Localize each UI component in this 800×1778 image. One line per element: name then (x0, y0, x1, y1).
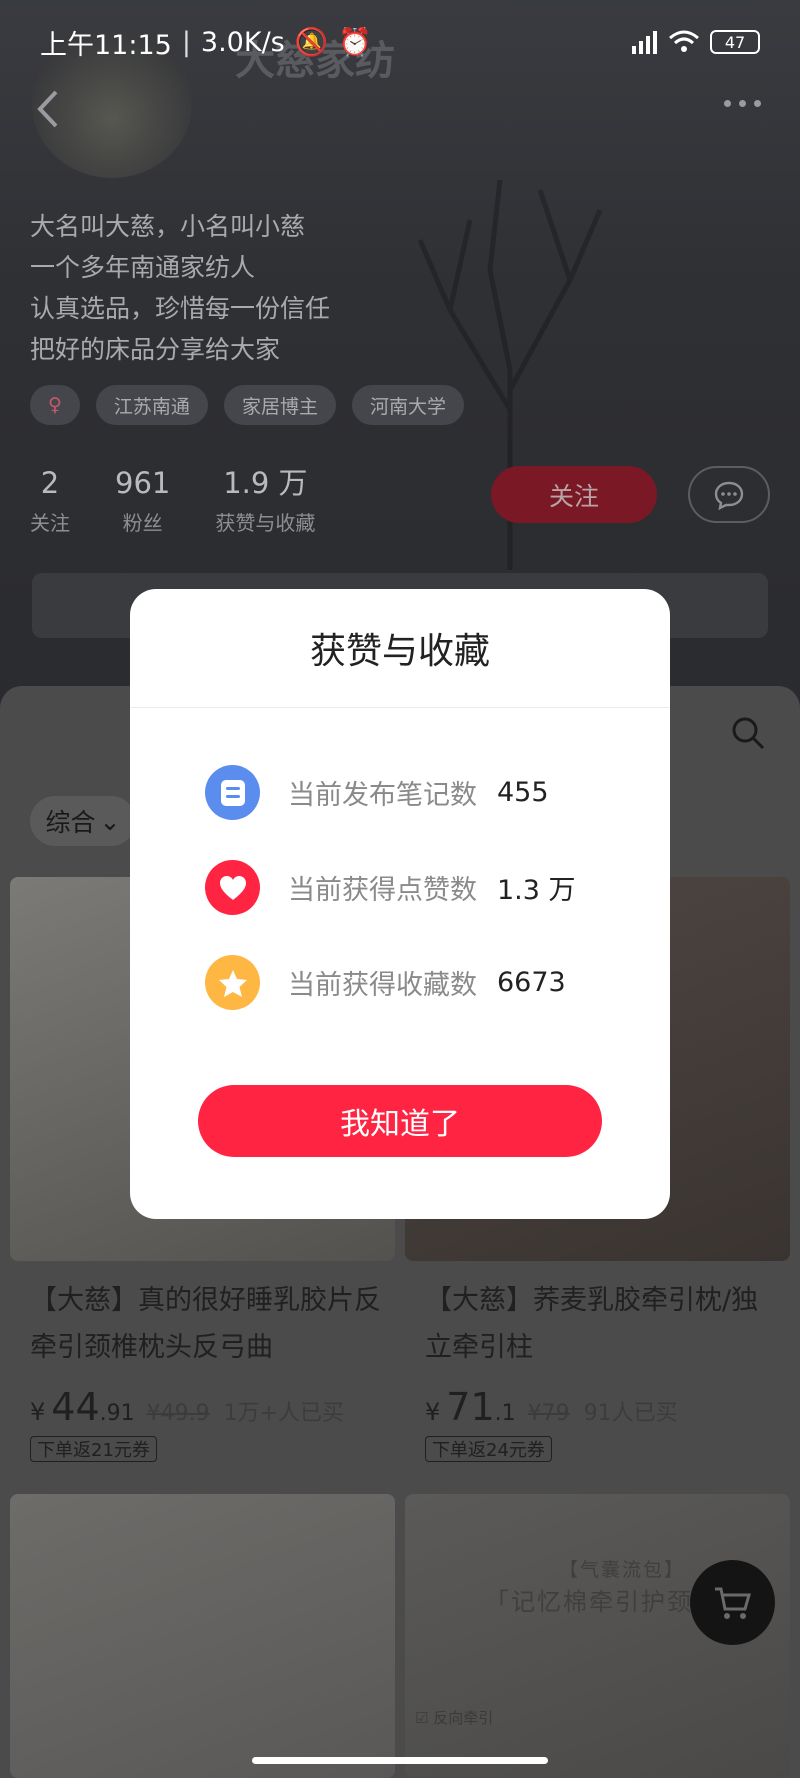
note-icon (205, 765, 260, 820)
profile-stats: 2 关注 961 粉丝 1.9 万获赞与收藏 (30, 465, 315, 536)
wifi-icon (669, 30, 699, 52)
search-icon[interactable] (730, 715, 766, 751)
image-text: ☑ 反向牵引 (415, 1709, 494, 1727)
stat-likes-collects[interactable]: 1.9 万获赞与收藏 (215, 465, 315, 536)
back-icon[interactable] (28, 84, 68, 134)
alarm-icon: ⏰ (338, 27, 372, 58)
chat-button[interactable] (688, 466, 770, 523)
dialog-row-collects: 当前获得收藏数 6673 (205, 955, 566, 1010)
cart-button[interactable] (690, 1560, 775, 1645)
more-icon[interactable] (724, 100, 768, 114)
product-price: ¥71.1 ¥79 91人已买 (425, 1385, 678, 1429)
product-price: ¥44.91 ¥49.9 1万+人已买 (30, 1385, 345, 1429)
bio-line: 把好的床品分享给大家 (30, 335, 281, 364)
tag-school: 河南大学 (351, 385, 464, 425)
product-title[interactable]: 【大慈】真的很好睡乳胶片反牵引颈椎枕头反弓曲 (30, 1277, 390, 1371)
dialog-row-value: 455 (497, 777, 549, 808)
chevron-down-icon: ⌄ (99, 806, 121, 836)
tag-role: 家居博主 (223, 385, 336, 425)
dialog-row-value: 1.3 万 (497, 875, 576, 906)
got-it-button[interactable]: 我知道了 (198, 1085, 602, 1157)
star-icon (205, 955, 260, 1010)
stat-value: 961 (115, 466, 171, 500)
dialog-row-label: 当前获得点赞数 (288, 875, 477, 906)
stat-label: 关注 (30, 511, 70, 535)
stat-label: 粉丝 (122, 511, 163, 535)
coupon-badge: 下单返21元券 (30, 1436, 157, 1462)
heart-icon (205, 860, 260, 915)
cart-icon (714, 1587, 751, 1619)
dialog-title: 获赞与收藏 (130, 589, 670, 708)
sort-label: 综合 (45, 808, 96, 837)
stat-value: 1.9 万 (223, 466, 308, 500)
chat-icon (714, 481, 744, 510)
dialog-row-label: 当前发布笔记数 (288, 780, 477, 811)
status-bar: 上午11:15 | 3.0K/s 🔕 ⏰ 47 (40, 22, 760, 62)
mute-icon: 🔕 (294, 27, 329, 58)
image-text: 【气囊流包】 「记忆棉牵引护颈枕 (485, 1559, 719, 1616)
tag-gender: ♀ (30, 385, 80, 425)
bio-line: 一个多年南通家纺人 (30, 253, 256, 282)
status-separator: | (181, 26, 191, 58)
bio-line: 大名叫大慈，小名叫小慈 (30, 212, 306, 241)
stat-label: 获赞与收藏 (215, 511, 316, 535)
status-time: 上午11:15 (40, 29, 172, 61)
bio-line: 认真选品，珍惜每一份信任 (30, 294, 331, 323)
stat-following[interactable]: 2 关注 (30, 465, 70, 536)
product-title[interactable]: 【大慈】荞麦乳胶牵引枕/独立牵引柱 (425, 1277, 785, 1371)
signal-icon (632, 31, 657, 54)
sort-dropdown[interactable]: 综合 ⌄ (30, 796, 136, 846)
coupon-badge: 下单返24元券 (425, 1436, 552, 1462)
product-image[interactable] (10, 1494, 395, 1778)
follow-button[interactable]: 关注 (491, 466, 657, 523)
tag-location: 江苏南通 (95, 385, 208, 425)
network-speed: 3.0K/s (200, 26, 285, 58)
dialog-row-label: 当前获得收藏数 (288, 970, 477, 1001)
profile-tags: ♀ 江苏南通 家居博主 河南大学 (30, 385, 464, 425)
profile-bio: 大名叫大慈，小名叫小慈 一个多年南通家纺人 认真选品，珍惜每一份信任 把好的床品… (30, 206, 330, 370)
dialog-row-value: 6673 (497, 967, 566, 998)
dialog-row-likes: 当前获得点赞数 1.3 万 (205, 860, 576, 915)
home-indicator[interactable] (252, 1757, 548, 1764)
stat-followers[interactable]: 961 粉丝 (115, 465, 170, 536)
dialog-row-notes: 当前发布笔记数 455 (205, 765, 549, 820)
stats-dialog: 获赞与收藏 当前发布笔记数 455 当前获得点赞数 1.3 万 当前获得收藏数 … (130, 589, 670, 1219)
stat-value: 2 (40, 466, 60, 500)
battery-icon: 47 (710, 30, 760, 54)
